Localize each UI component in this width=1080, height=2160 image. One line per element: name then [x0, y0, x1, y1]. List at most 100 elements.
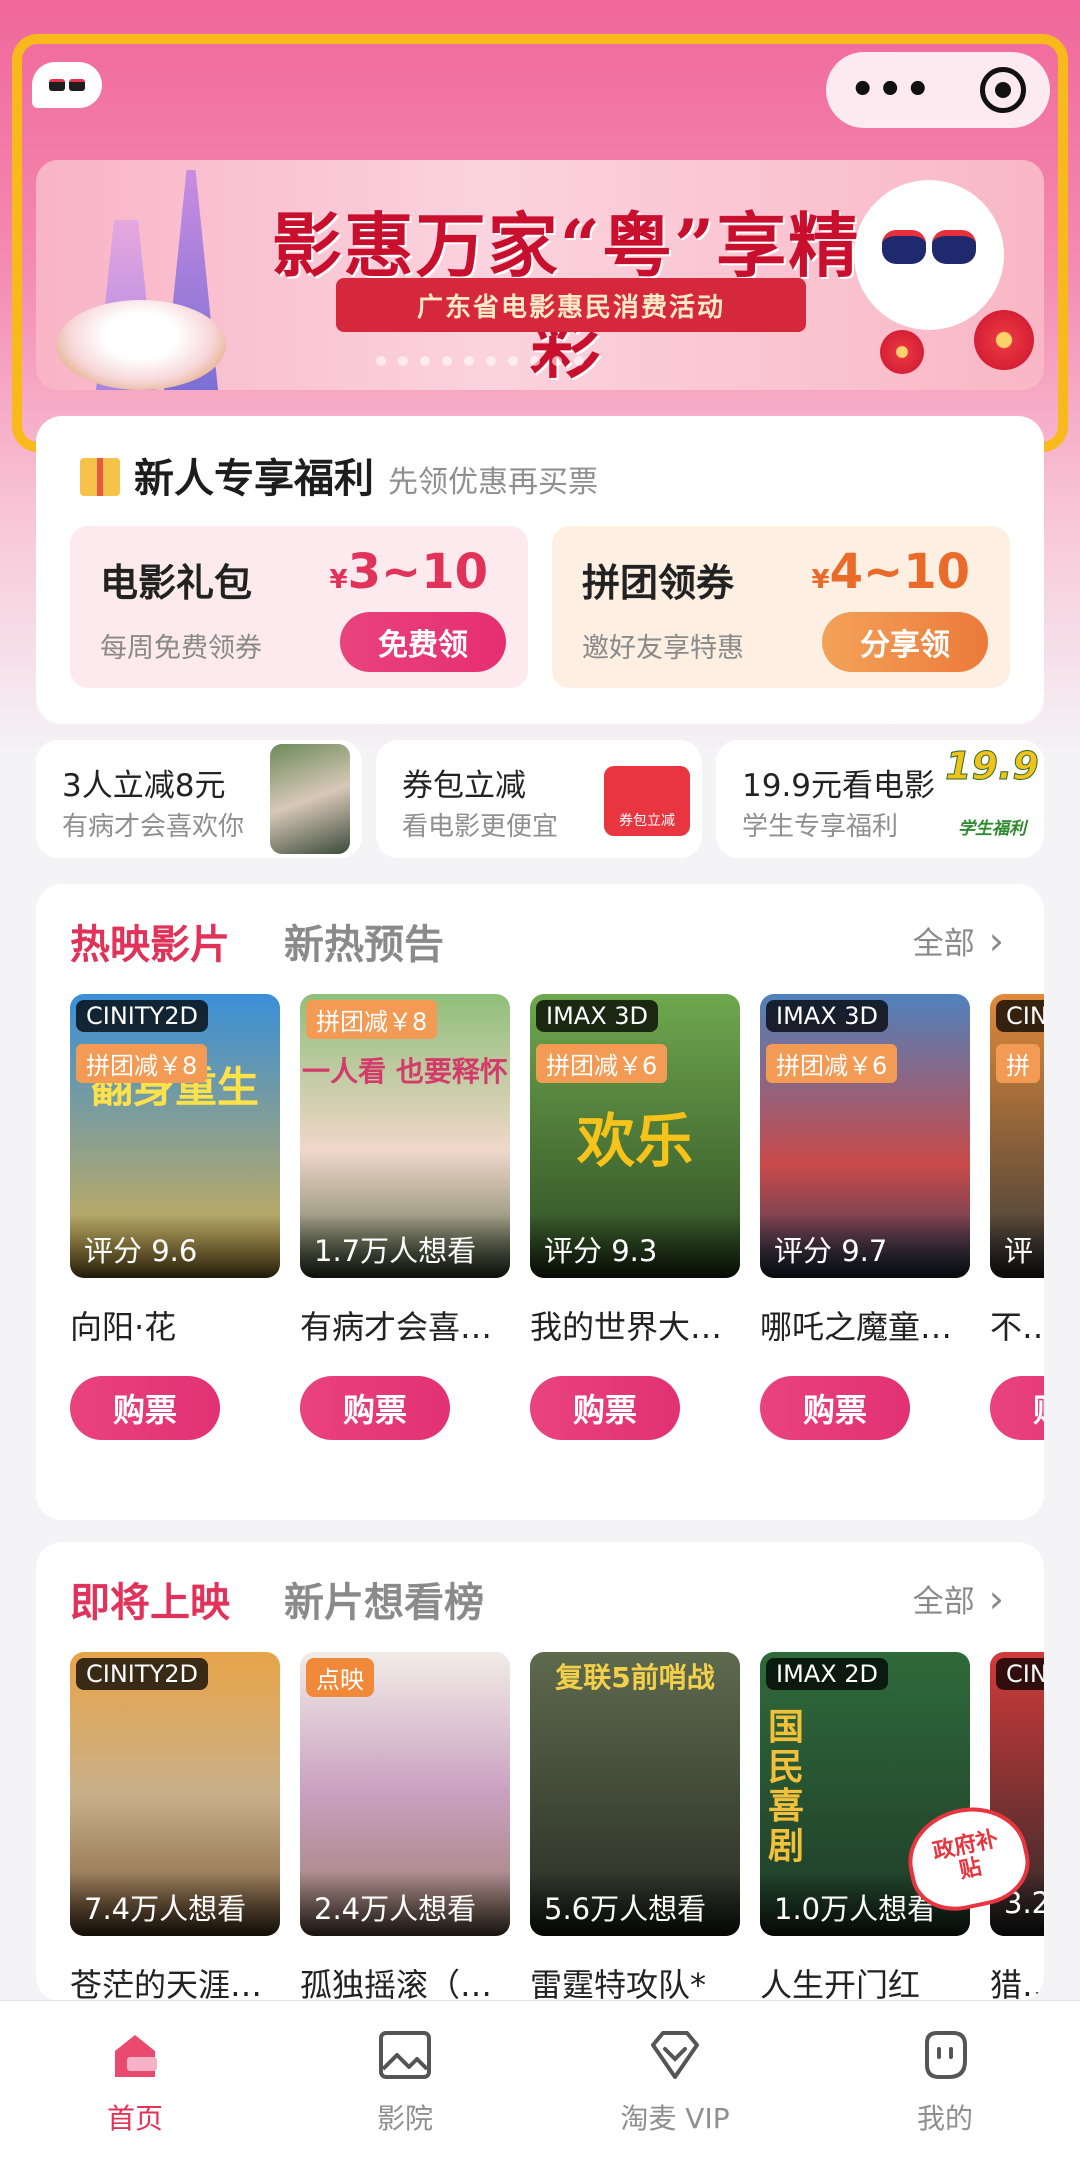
promo-group-discount[interactable]: 3人立减8元 有病才会喜欢你	[36, 740, 362, 858]
movie-card[interactable]: IMAX 3D 拼团减￥6 评分 9.7 哪吒之魔童… 购票	[760, 994, 970, 1440]
tab-most-anticipated[interactable]: 新片想看榜	[284, 1570, 484, 1628]
discount-tag: 拼团减￥6	[766, 1044, 898, 1083]
discount-tag: 拼团减￥8	[76, 1044, 208, 1083]
movie-poster[interactable]: CIN 拼 评	[990, 994, 1044, 1278]
movie-title[interactable]: 猎金	[990, 1960, 1044, 2002]
movie-rating: 评分 9.7	[760, 1214, 970, 1278]
movie-title[interactable]: 我的世界大…	[530, 1302, 740, 1348]
coupon-group-buy[interactable]: 拼团领券 邀好友享特惠 ¥4~10 分享领	[552, 526, 1010, 688]
want-to-see-count: 1.7万人想看	[300, 1214, 510, 1278]
promo-title: 19.9元看电影	[742, 768, 936, 804]
promo-title: 券包立减	[402, 768, 526, 804]
cinema-icon	[379, 2031, 431, 2079]
share-claim-button[interactable]: 分享领	[822, 612, 988, 672]
chevron-right-icon: ›	[988, 918, 1004, 963]
coming-soon-section: 即将上映 新片想看榜 全部 › CINITY2D 7.4万人想看 苍茫的天涯… 点…	[36, 1542, 1044, 2002]
format-badge: IMAX 3D	[766, 1000, 889, 1032]
tab-label: 首页	[106, 2102, 163, 2135]
discount-tag: 拼团减￥8	[306, 1000, 438, 1039]
student-welfare-badge: 19.9 学生福利	[945, 744, 1040, 840]
discount-tag: 拼团减￥6	[536, 1044, 668, 1083]
buy-ticket-button[interactable]: 购票	[760, 1376, 910, 1440]
promo-student[interactable]: 19.9元看电影 学生专享福利 19.9 学生福利	[716, 740, 1044, 858]
format-badge: CIN	[996, 1658, 1044, 1690]
movie-rating: 评分 9.6	[70, 1214, 280, 1278]
coupon-price: ¥4~10	[811, 544, 970, 600]
buy-ticket-button[interactable]: 购票	[300, 1376, 450, 1440]
now-showing-section: 热映影片 新热预告 全部 › 翻身重生 CINITY2D 拼团减￥8 评分 9.6…	[36, 884, 1044, 1520]
want-to-see-count: 2.4万人想看	[300, 1872, 510, 1936]
tab-mine[interactable]: 我的	[810, 2001, 1080, 2160]
want-to-see-count: 5.6万人想看	[530, 1872, 740, 1936]
coupon-price: ¥3~10	[329, 544, 488, 600]
preview-badge: 点映	[306, 1658, 374, 1697]
movie-poster[interactable]: 欢乐 IMAX 3D 拼团减￥6 评分 9.3	[530, 994, 740, 1278]
movie-poster[interactable]: 复联5前哨战 5.6万人想看	[530, 1652, 740, 1936]
movie-card[interactable]: 点映 2.4万人想看 孤独摇滚（…	[300, 1652, 510, 2002]
tab-trailers[interactable]: 新热预告	[284, 912, 444, 970]
coupon-desc: 每周免费领券	[100, 633, 262, 664]
format-badge: IMAX 3D	[536, 1000, 659, 1032]
new-user-title: 新人专享福利	[134, 456, 374, 502]
movie-poster[interactable]: 一人看 也要释怀 拼团减￥8 1.7万人想看	[300, 994, 510, 1278]
claim-free-button[interactable]: 免费领	[340, 612, 506, 672]
movie-title[interactable]: 雷霆特攻队*	[530, 1960, 740, 2002]
view-all-link[interactable]: 全部 ›	[913, 918, 1004, 963]
buy-ticket-button[interactable]: 购票	[990, 1376, 1044, 1440]
movie-card[interactable]: 翻身重生 CINITY2D 拼团减￥8 评分 9.6 向阳·花 购票	[70, 994, 280, 1440]
format-badge: CINITY2D	[76, 1000, 208, 1032]
profile-icon	[925, 2031, 967, 2079]
movie-card[interactable]: CINITY2D 7.4万人想看 苍茫的天涯…	[70, 1652, 280, 2002]
new-user-subtitle: 先领优惠再买票	[388, 465, 598, 500]
movie-card[interactable]: 复联5前哨战 5.6万人想看 雷霆特攻队*	[530, 1652, 740, 2002]
promo-sub: 学生专享福利	[742, 812, 899, 842]
bottom-tab-bar: 首页 影院 淘麦 VIP 我的	[0, 2000, 1080, 2160]
promo-coupon-pack[interactable]: 券包立减 看电影更便宜 券包立减	[376, 740, 702, 858]
format-badge: CINITY2D	[76, 1658, 208, 1690]
coupon-desc: 邀好友享特惠	[582, 633, 744, 664]
promo-poster-thumb	[270, 744, 350, 854]
movie-title[interactable]: 苍茫的天涯…	[70, 1960, 280, 2002]
format-badge: IMAX 2D	[766, 1658, 889, 1690]
new-user-benefits: 新人专享福利 先领优惠再买票 电影礼包 每周免费领券 ¥3~10 免费领 拼团领…	[36, 416, 1044, 724]
movie-poster[interactable]: CINITY2D 7.4万人想看	[70, 1652, 280, 1936]
chevron-right-icon: ›	[988, 1576, 1004, 1621]
coupon-name: 拼团领券	[582, 561, 735, 605]
coupon-movie-gift-pack[interactable]: 电影礼包 每周免费领券 ¥3~10 免费领	[70, 526, 528, 688]
promo-title: 3人立减8元	[62, 768, 226, 804]
coming-soon-list: CINITY2D 7.4万人想看 苍茫的天涯… 点映 2.4万人想看 孤独摇滚（…	[70, 1652, 1044, 2002]
tab-home[interactable]: 首页	[0, 2001, 270, 2160]
tab-cinemas[interactable]: 影院	[270, 2001, 540, 2160]
movie-poster[interactable]: 点映 2.4万人想看	[300, 1652, 510, 1936]
movie-title[interactable]: 人生开门红	[760, 1960, 970, 2002]
buy-ticket-button[interactable]: 购票	[530, 1376, 680, 1440]
view-all-link[interactable]: 全部 ›	[913, 1576, 1004, 1621]
movie-title[interactable]: 孤独摇滚（…	[300, 1960, 510, 2002]
movie-poster[interactable]: 翻身重生 CINITY2D 拼团减￥8 评分 9.6	[70, 994, 280, 1278]
coupon-name: 电影礼包	[100, 561, 253, 605]
tab-coming-soon[interactable]: 即将上映	[70, 1570, 230, 1628]
movie-title[interactable]: 向阳·花	[70, 1302, 280, 1348]
now-showing-list: 翻身重生 CINITY2D 拼团减￥8 评分 9.6 向阳·花 购票 一人看 也…	[70, 994, 1044, 1440]
movie-rating: 评分 9.3	[530, 1214, 740, 1278]
buy-ticket-button[interactable]: 购票	[70, 1376, 220, 1440]
promo-sub: 看电影更便宜	[402, 812, 559, 842]
gift-icon	[80, 458, 120, 496]
movie-card[interactable]: 一人看 也要释怀 拼团减￥8 1.7万人想看 有病才会喜… 购票	[300, 994, 510, 1440]
discount-tag: 拼	[996, 1044, 1040, 1083]
movie-card[interactable]: CIN 拼 评 不说 购票	[990, 994, 1044, 1440]
vip-diamond-icon	[651, 2031, 699, 2079]
format-badge: CIN	[996, 1000, 1044, 1032]
movie-title[interactable]: 不说	[990, 1302, 1044, 1348]
movie-title[interactable]: 有病才会喜…	[300, 1302, 510, 1348]
movie-poster[interactable]: IMAX 3D 拼团减￥6 评分 9.7	[760, 994, 970, 1278]
movie-rating: 评	[990, 1214, 1044, 1278]
promo-sub: 有病才会喜欢你	[62, 812, 245, 842]
highlight-frame	[12, 34, 1068, 452]
movie-card[interactable]: 欢乐 IMAX 3D 拼团减￥6 评分 9.3 我的世界大… 购票	[530, 994, 740, 1440]
home-icon	[115, 2035, 157, 2077]
tab-vip[interactable]: 淘麦 VIP	[540, 2001, 810, 2160]
tab-label: 我的	[916, 2102, 973, 2135]
tab-now-showing[interactable]: 热映影片	[70, 912, 230, 970]
movie-title[interactable]: 哪吒之魔童…	[760, 1302, 970, 1348]
